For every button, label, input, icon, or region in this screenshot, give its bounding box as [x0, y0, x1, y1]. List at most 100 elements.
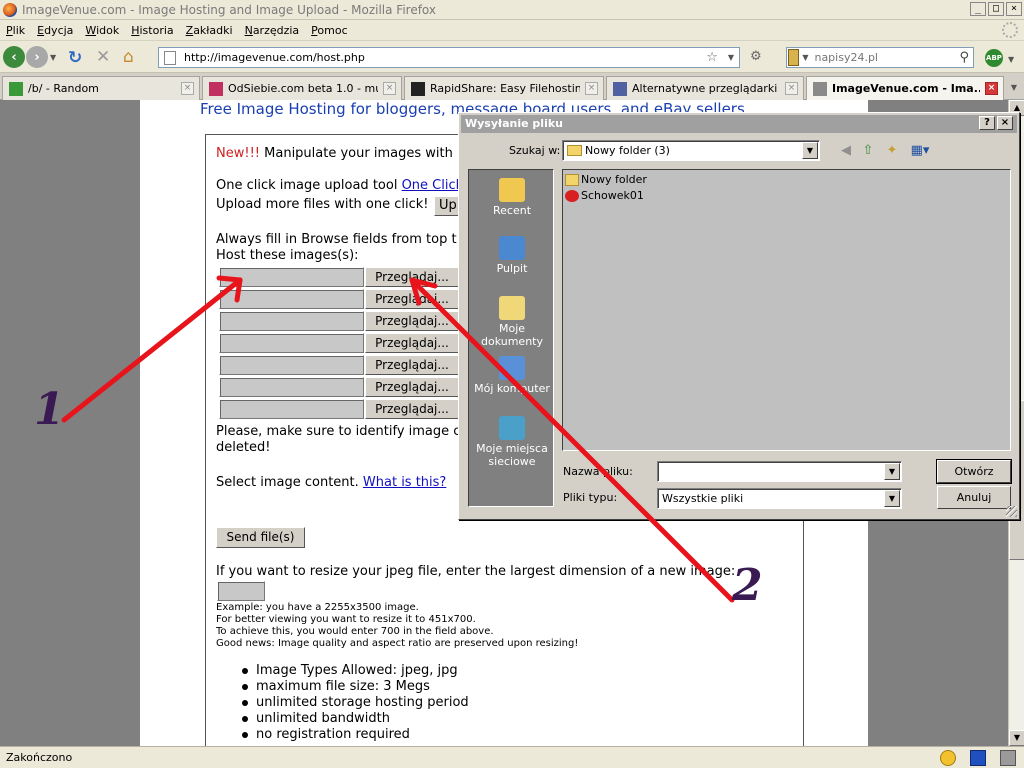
- forward-button[interactable]: ›: [26, 46, 48, 68]
- browse-button[interactable]: Przeglądaj...: [365, 333, 459, 353]
- tab-list-dropdown-icon[interactable]: ▼: [1006, 79, 1022, 97]
- url-dropdown-icon[interactable]: ▼: [728, 53, 734, 62]
- menu-pomoc[interactable]: Pomoc: [305, 24, 353, 37]
- file-path-input[interactable]: [219, 355, 364, 375]
- what-is-this-link[interactable]: What is this?: [363, 475, 446, 490]
- history-dropdown-icon[interactable]: ▼: [50, 53, 56, 62]
- resize-dimension-input[interactable]: [217, 581, 265, 601]
- tab-close-icon[interactable]: ×: [585, 82, 598, 95]
- place-documents[interactable]: Moje dokumenty: [469, 296, 555, 348]
- new-badge: New!!!: [216, 146, 260, 161]
- sync-addon-icon[interactable]: [970, 750, 986, 766]
- image-file-icon: [565, 189, 579, 202]
- menu-historia[interactable]: Historia: [125, 24, 179, 37]
- throbber-icon: [1002, 22, 1018, 38]
- view-menu-icon[interactable]: ▦▾: [907, 142, 933, 160]
- manipulate-line: New!!! Manipulate your images with: [216, 146, 453, 161]
- place-label: Pulpit: [496, 262, 528, 275]
- adblock-icon[interactable]: ABP: [985, 49, 1003, 67]
- look-in-label: Szukaj w:: [509, 144, 561, 157]
- search-engine-dropdown-icon[interactable]: ▼: [802, 53, 808, 62]
- file-path-input[interactable]: [219, 267, 364, 287]
- adblock-dropdown-icon[interactable]: ▼: [1008, 55, 1014, 64]
- places-bar: Recent Pulpit Moje dokumenty Mój kompute…: [468, 169, 554, 507]
- browse-button[interactable]: Przeglądaj...: [365, 377, 459, 397]
- example-line: Good news: Image quality and aspect rati…: [216, 638, 579, 649]
- manipulate-text: Manipulate your images with: [264, 146, 453, 161]
- scroll-down-icon[interactable]: ▼: [1009, 730, 1024, 746]
- menu-edycja[interactable]: Edycja: [31, 24, 79, 37]
- home-icon[interactable]: ⌂: [123, 47, 134, 67]
- menu-plik[interactable]: Plik: [0, 24, 31, 37]
- stop-icon[interactable]: ✕: [96, 47, 110, 67]
- url-bar[interactable]: http://imagevenue.com/host.php ☆ ▼: [158, 47, 740, 68]
- minimize-button[interactable]: _: [970, 2, 986, 16]
- back-folder-icon[interactable]: ◀: [837, 142, 855, 160]
- chevron-down-icon[interactable]: ▼: [802, 142, 818, 159]
- place-desktop[interactable]: Pulpit: [469, 236, 555, 275]
- search-icon[interactable]: ⚲: [959, 50, 969, 65]
- oneclick-link[interactable]: One Click: [402, 178, 464, 193]
- send-files-button[interactable]: Send file(s): [216, 527, 305, 548]
- look-in-combo[interactable]: Nowy folder (3) ▼: [562, 140, 820, 161]
- reload-icon[interactable]: ↻: [68, 48, 82, 68]
- open-button[interactable]: Otwórz: [937, 460, 1011, 483]
- search-box[interactable]: ▼ ⚲: [786, 47, 974, 68]
- tab-close-icon[interactable]: ×: [985, 82, 998, 95]
- up-folder-icon[interactable]: ⇧: [859, 142, 877, 160]
- firefox-icon: [3, 2, 17, 17]
- new-folder-icon[interactable]: ✦: [883, 142, 901, 160]
- smiley-addon-icon[interactable]: [940, 750, 956, 766]
- browse-button[interactable]: Przeglądaj...: [365, 399, 459, 419]
- search-input[interactable]: [814, 51, 960, 64]
- chevron-down-icon[interactable]: ▼: [884, 490, 900, 507]
- file-path-input[interactable]: [219, 377, 364, 397]
- place-network[interactable]: Moje miejsca sieciowe: [469, 416, 555, 468]
- addon-icon[interactable]: ⚙: [750, 49, 762, 64]
- file-list[interactable]: Nowy folder Schowek01: [562, 169, 1011, 451]
- browse-button[interactable]: Przeglądaj...: [365, 289, 459, 309]
- tab-close-icon[interactable]: ×: [181, 82, 194, 95]
- status-bar: Zakończono: [0, 746, 1024, 768]
- file-path-input[interactable]: [219, 333, 364, 353]
- tab-random[interactable]: /b/ - Random ×: [2, 76, 200, 100]
- tab-close-icon[interactable]: ×: [785, 82, 798, 95]
- browse-button[interactable]: Przeglądaj...: [365, 355, 459, 375]
- dialog-help-button[interactable]: ?: [979, 116, 995, 130]
- bookmark-star-icon[interactable]: ☆: [706, 50, 718, 65]
- file-path-input[interactable]: [219, 311, 364, 331]
- file-item-image[interactable]: Schowek01: [565, 189, 644, 202]
- filetype-combo[interactable]: Wszystkie pliki ▼: [657, 488, 902, 509]
- browse-button[interactable]: Przeglądaj...: [365, 267, 459, 287]
- filename-combo[interactable]: ▼: [657, 461, 902, 482]
- file-path-input[interactable]: [219, 399, 364, 419]
- tab-alternatywne[interactable]: Alternatywne przeglądarki in... ×: [606, 76, 804, 100]
- place-computer[interactable]: Mój komputer: [469, 356, 555, 395]
- back-button[interactable]: ‹: [3, 46, 25, 68]
- url-text[interactable]: http://imagevenue.com/host.php: [184, 51, 706, 64]
- tab-favicon-icon: [209, 81, 223, 96]
- file-name: Schowek01: [581, 189, 644, 202]
- browse-button[interactable]: Przeglądaj...: [365, 311, 459, 331]
- menu-widok[interactable]: Widok: [79, 24, 125, 37]
- addon-status-icon[interactable]: [1000, 750, 1016, 766]
- menu-narzedzia[interactable]: Narzędzia: [239, 24, 306, 37]
- place-recent[interactable]: Recent: [469, 178, 555, 217]
- tab-label: RapidShare: Easy Filehosting: [430, 82, 580, 95]
- resize-grip-icon[interactable]: [1006, 506, 1017, 517]
- close-button[interactable]: ×: [1006, 2, 1022, 16]
- tab-rapidshare[interactable]: RapidShare: Easy Filehosting ×: [404, 76, 604, 100]
- search-engine-icon[interactable]: [788, 49, 800, 66]
- tab-odsiebie[interactable]: OdSiebie.com beta 1.0 - mult... ×: [202, 76, 402, 100]
- tab-close-icon[interactable]: ×: [383, 82, 396, 95]
- dialog-close-button[interactable]: ×: [997, 116, 1013, 130]
- file-item-folder[interactable]: Nowy folder: [565, 173, 647, 186]
- cancel-button[interactable]: Anuluj: [937, 486, 1011, 509]
- tab-imagevenue[interactable]: ImageVenue.com - Ima... ×: [806, 76, 1004, 100]
- file-path-input[interactable]: [219, 289, 364, 309]
- example-line: To achieve this, you would enter 700 in …: [216, 626, 494, 637]
- maximize-button[interactable]: □: [988, 2, 1004, 16]
- chevron-down-icon[interactable]: ▼: [884, 463, 900, 480]
- menu-zakladki[interactable]: Zakładki: [180, 24, 239, 37]
- list-item: Image Types Allowed: jpeg, jpg: [238, 663, 469, 679]
